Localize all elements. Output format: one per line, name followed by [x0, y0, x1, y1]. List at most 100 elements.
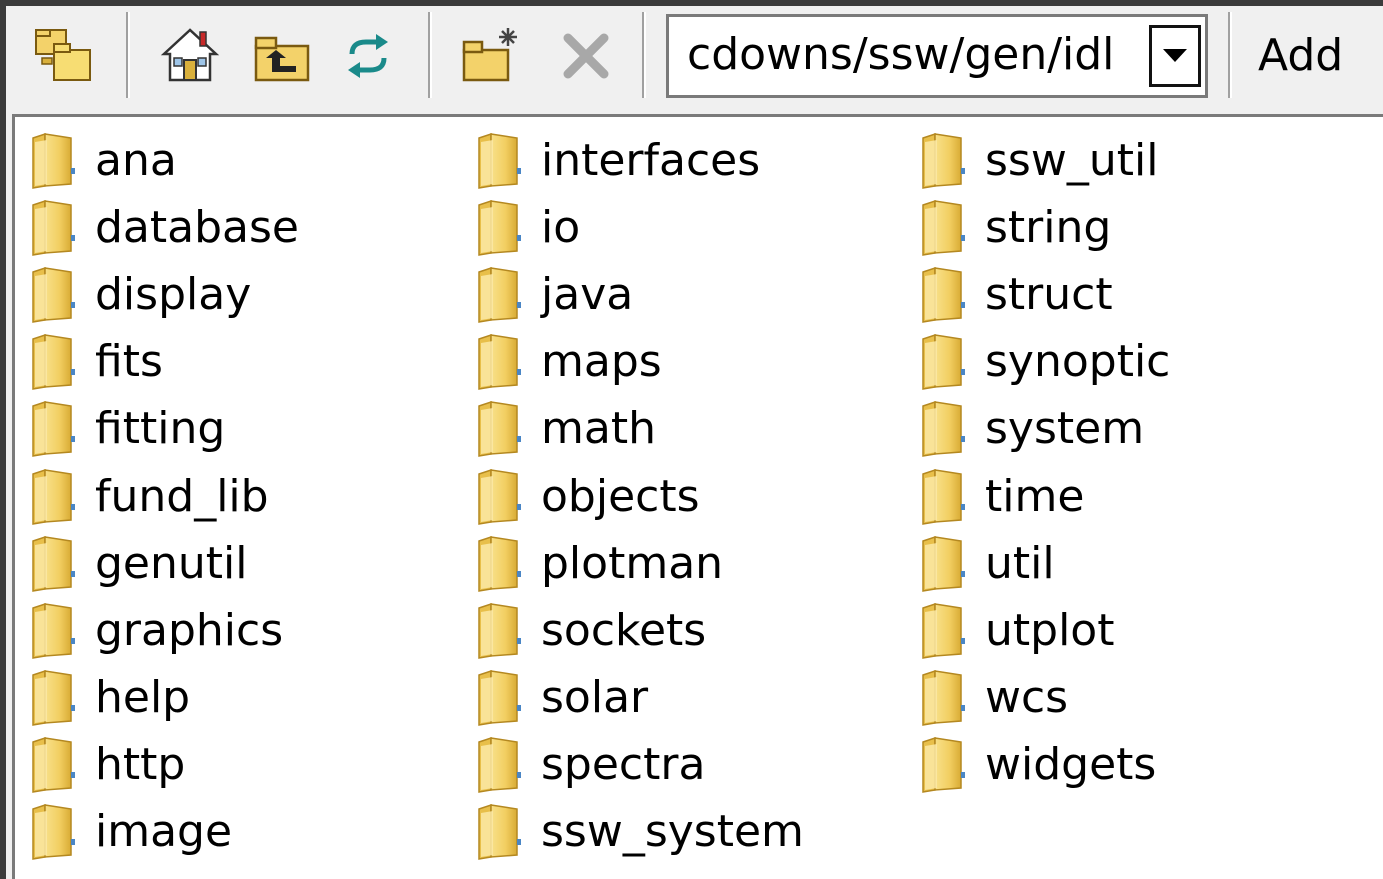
folder-name: util: [985, 537, 1055, 589]
folder-item[interactable]: interfaces: [473, 127, 804, 194]
folder-name: java: [541, 268, 634, 320]
folder-name: objects: [541, 470, 700, 522]
folder-item[interactable]: io: [473, 194, 804, 261]
folder-icon: [32, 266, 75, 323]
file-browser-window: cdowns/ssw/gen/idl Add ana database disp…: [0, 0, 1383, 879]
folder-icon: [478, 804, 521, 861]
home-icon[interactable]: [154, 20, 226, 92]
folder-icon: [922, 132, 965, 189]
folder-item[interactable]: fits: [27, 329, 299, 396]
folder-name: sockets: [541, 604, 707, 656]
folder-name: database: [95, 201, 299, 253]
folder-item[interactable]: widgets: [917, 732, 1170, 799]
folder-item[interactable]: objects: [473, 463, 804, 530]
folder-item[interactable]: http: [27, 732, 299, 799]
folder-item[interactable]: util: [917, 530, 1170, 597]
toolbar-separator: [642, 12, 646, 98]
folder-item[interactable]: sockets: [473, 597, 804, 664]
folder-name: plotman: [541, 537, 724, 589]
folder-item[interactable]: fund_lib: [27, 463, 299, 530]
folder-icon: [478, 602, 521, 659]
folder-icon: [922, 737, 965, 794]
folder-column: ssw_util string struct synoptic system t…: [917, 127, 1170, 799]
refresh-icon[interactable]: [332, 20, 404, 92]
folder-item[interactable]: java: [473, 261, 804, 328]
folder-item[interactable]: ana: [27, 127, 299, 194]
folder-item[interactable]: math: [473, 396, 804, 463]
path-value[interactable]: cdowns/ssw/gen/idl: [687, 27, 1114, 83]
folder-item[interactable]: synoptic: [917, 329, 1170, 396]
folder-item[interactable]: wcs: [917, 665, 1170, 732]
folder-item[interactable]: database: [27, 194, 299, 261]
folder-icon: [32, 401, 75, 458]
folder-name: ssw_system: [541, 806, 804, 858]
folder-item[interactable]: help: [27, 665, 299, 732]
folder-name: system: [985, 403, 1145, 455]
folder-item[interactable]: string: [917, 194, 1170, 261]
folder-icon: [478, 266, 521, 323]
folder-name: ssw_util: [985, 134, 1159, 186]
folder-item[interactable]: fitting: [27, 396, 299, 463]
folder-name: ana: [95, 134, 177, 186]
folder-item[interactable]: maps: [473, 329, 804, 396]
folder-icon: [32, 670, 75, 726]
folder-name: maps: [541, 336, 662, 388]
folder-item[interactable]: struct: [917, 261, 1170, 328]
folder-icon: [478, 199, 521, 256]
folder-item[interactable]: ssw_system: [473, 799, 804, 866]
folder-name: fits: [95, 336, 163, 388]
folders-icon[interactable]: [28, 20, 100, 92]
folder-name: solar: [541, 672, 649, 724]
folder-name: io: [541, 201, 581, 253]
folder-item[interactable]: plotman: [473, 530, 804, 597]
folder-item[interactable]: display: [27, 261, 299, 328]
folder-icon: [32, 602, 75, 659]
folder-icon: [32, 804, 75, 861]
folder-icon: [922, 334, 965, 391]
folder-icon: [922, 535, 965, 592]
folder-icon: [478, 132, 521, 189]
folder-icon: [922, 468, 965, 525]
folder-icon: [478, 468, 521, 525]
folder-icon: [32, 737, 75, 794]
folder-name: utplot: [985, 604, 1115, 656]
folder-name: display: [95, 268, 252, 320]
delete-icon[interactable]: [550, 20, 622, 92]
folder-item[interactable]: graphics: [27, 597, 299, 664]
folder-name: genutil: [95, 537, 248, 589]
folder-name: fund_lib: [95, 470, 269, 522]
folder-name: spectra: [541, 739, 706, 791]
folder-icon: [32, 334, 75, 391]
folder-icon: [478, 401, 521, 458]
new-folder-icon[interactable]: [454, 20, 526, 92]
folder-item[interactable]: ssw_util: [917, 127, 1170, 194]
folder-name: interfaces: [541, 134, 761, 186]
folder-name: time: [985, 470, 1085, 522]
up-folder-icon[interactable]: [246, 20, 318, 92]
folder-icon: [922, 199, 965, 256]
folder-item[interactable]: time: [917, 463, 1170, 530]
folder-name: fitting: [95, 403, 226, 455]
add-button[interactable]: Add: [1258, 24, 1343, 88]
folder-item[interactable]: genutil: [27, 530, 299, 597]
folder-column: interfaces io java maps math objects plo…: [473, 127, 804, 866]
folder-icon: [922, 602, 965, 659]
folder-item[interactable]: image: [27, 799, 299, 866]
folder-item[interactable]: solar: [473, 665, 804, 732]
dropdown-arrow-icon[interactable]: [1149, 25, 1201, 87]
folder-icon: [922, 670, 965, 726]
folder-item[interactable]: utplot: [917, 597, 1170, 664]
folder-item[interactable]: system: [917, 396, 1170, 463]
folder-name: synoptic: [985, 336, 1171, 388]
folder-icon: [478, 334, 521, 391]
folder-column: ana database display fits fitting fund_l…: [27, 127, 299, 866]
toolbar: cdowns/ssw/gen/idl Add: [6, 6, 1383, 106]
folder-icon: [32, 132, 75, 189]
folder-item[interactable]: spectra: [473, 732, 804, 799]
folder-icon: [922, 266, 965, 323]
folder-icon: [32, 535, 75, 592]
folder-name: graphics: [95, 604, 284, 656]
path-combobox[interactable]: cdowns/ssw/gen/idl: [666, 14, 1208, 98]
folder-name: wcs: [985, 672, 1069, 724]
toolbar-separator: [126, 12, 130, 98]
